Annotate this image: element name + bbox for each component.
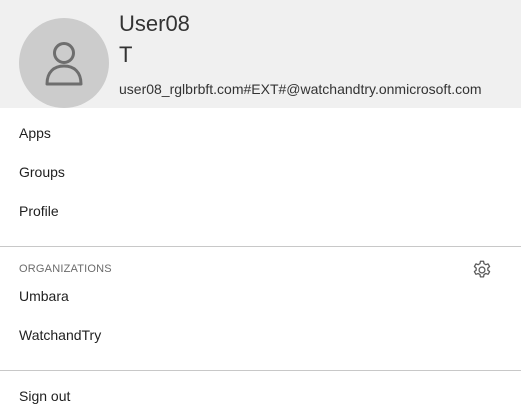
user-last-name: T [119,42,133,67]
person-icon [45,42,83,86]
account-panel: User08 T user08_rglbrbft.com#EXT#@watcha… [0,0,521,415]
divider-menu [0,246,521,247]
gear-icon[interactable] [471,259,493,281]
menu-item-groups[interactable]: Groups [19,162,65,182]
divider-organizations [0,370,521,371]
organizations-heading: ORGANIZATIONS [19,263,112,275]
menu-item-apps[interactable]: Apps [19,123,51,143]
profile-header: User08 T user08_rglbrbft.com#EXT#@watcha… [0,0,521,108]
sign-out-button[interactable]: Sign out [19,386,70,406]
user-email: user08_rglbrbft.com#EXT#@watchandtry.onm… [119,81,482,97]
menu-item-profile[interactable]: Profile [19,201,59,221]
user-first-name: User08 [119,11,190,36]
organization-item-umbara[interactable]: Umbara [19,286,69,306]
avatar [19,18,109,108]
organization-item-watchandtry[interactable]: WatchandTry [19,325,101,345]
